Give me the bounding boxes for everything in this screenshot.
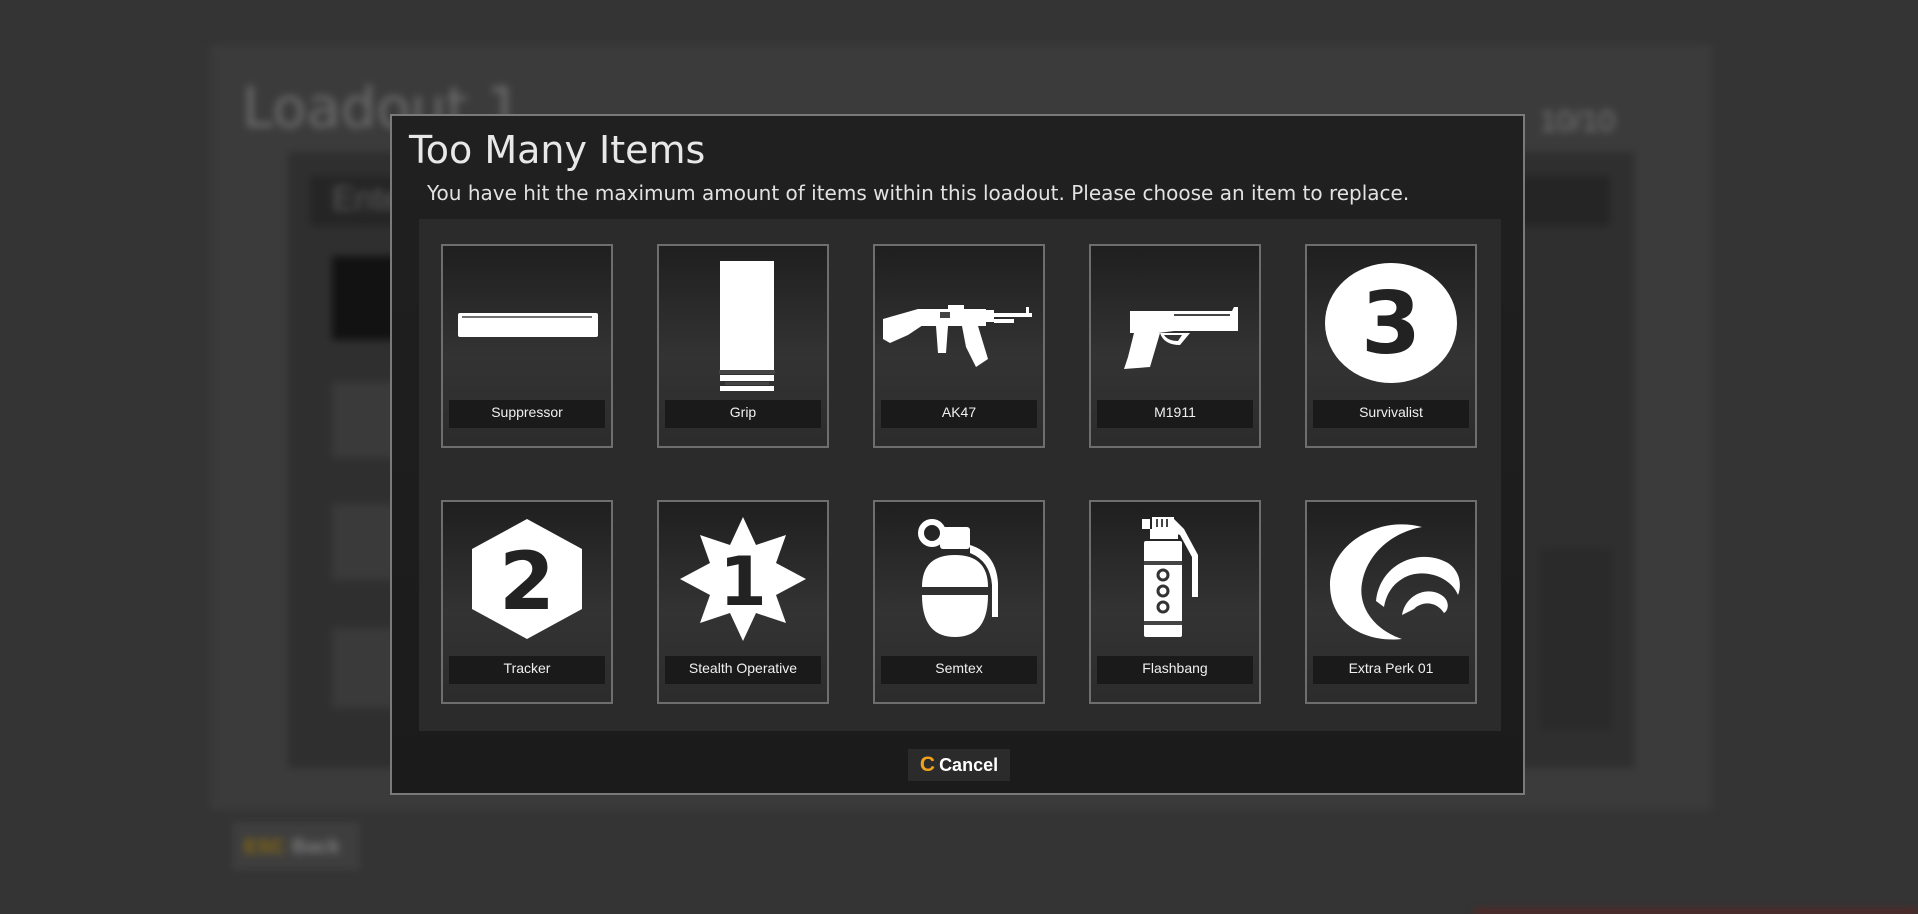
pistol-icon bbox=[1094, 249, 1256, 397]
item-label: Stealth Operative bbox=[665, 656, 821, 684]
item-tile-survivalist[interactable]: 3 Survivalist bbox=[1305, 244, 1477, 448]
grip-icon bbox=[662, 249, 824, 397]
item-count: 10/10 bbox=[1540, 105, 1616, 138]
item-label: Tracker bbox=[449, 656, 605, 684]
loadout-side-slot bbox=[1540, 548, 1612, 730]
suppressor-icon bbox=[446, 249, 608, 397]
item-tile-extra-perk-01[interactable]: Extra Perk 01 bbox=[1305, 500, 1477, 704]
item-label: Flashbang bbox=[1097, 656, 1253, 684]
bottom-accent-bar bbox=[1474, 910, 1918, 914]
item-tile-tracker[interactable]: 2 Tracker bbox=[441, 500, 613, 704]
svg-text:2: 2 bbox=[499, 535, 555, 628]
perk-2-hexagon-icon: 2 bbox=[446, 505, 608, 653]
item-tile-flashbang[interactable]: Flashbang bbox=[1089, 500, 1261, 704]
item-grid: Suppressor Grip AK47 M1911 3 Survivalist… bbox=[419, 219, 1501, 731]
cancel-key-hint: C bbox=[919, 753, 936, 776]
ak47-icon bbox=[878, 249, 1040, 397]
dialog-message: You have hit the maximum amount of items… bbox=[427, 181, 1410, 205]
item-tile-semtex[interactable]: Semtex bbox=[873, 500, 1045, 704]
item-tile-grip[interactable]: Grip bbox=[657, 244, 829, 448]
item-tile-m1911[interactable]: M1911 bbox=[1089, 244, 1261, 448]
too-many-items-dialog: Too Many Items You have hit the maximum … bbox=[390, 114, 1525, 795]
item-label: Grip bbox=[665, 400, 821, 428]
crescent-perk-icon bbox=[1310, 505, 1472, 653]
cancel-button-label: Cancel bbox=[939, 754, 999, 775]
item-label: Survivalist bbox=[1313, 400, 1469, 428]
dialog-title: Too Many Items bbox=[409, 128, 706, 172]
back-button-label: Back bbox=[292, 836, 340, 858]
item-label: AK47 bbox=[881, 400, 1037, 428]
item-tile-suppressor[interactable]: Suppressor bbox=[441, 244, 613, 448]
item-label: Suppressor bbox=[449, 400, 605, 428]
grenade-icon bbox=[878, 505, 1040, 653]
item-tile-stealth-operative[interactable]: 1 Stealth Operative bbox=[657, 500, 829, 704]
perk-1-star-icon: 1 bbox=[662, 505, 824, 653]
back-key-hint: ESC bbox=[244, 836, 286, 858]
item-tile-ak47[interactable]: AK47 bbox=[873, 244, 1045, 448]
cancel-button[interactable]: C Cancel bbox=[908, 749, 1010, 781]
perk-3-circle-icon: 3 bbox=[1310, 249, 1472, 397]
svg-text:1: 1 bbox=[719, 543, 766, 622]
item-label: Extra Perk 01 bbox=[1313, 656, 1469, 684]
flashbang-icon bbox=[1094, 505, 1256, 653]
svg-text:3: 3 bbox=[1361, 274, 1421, 374]
item-label: M1911 bbox=[1097, 400, 1253, 428]
item-label: Semtex bbox=[881, 656, 1037, 684]
